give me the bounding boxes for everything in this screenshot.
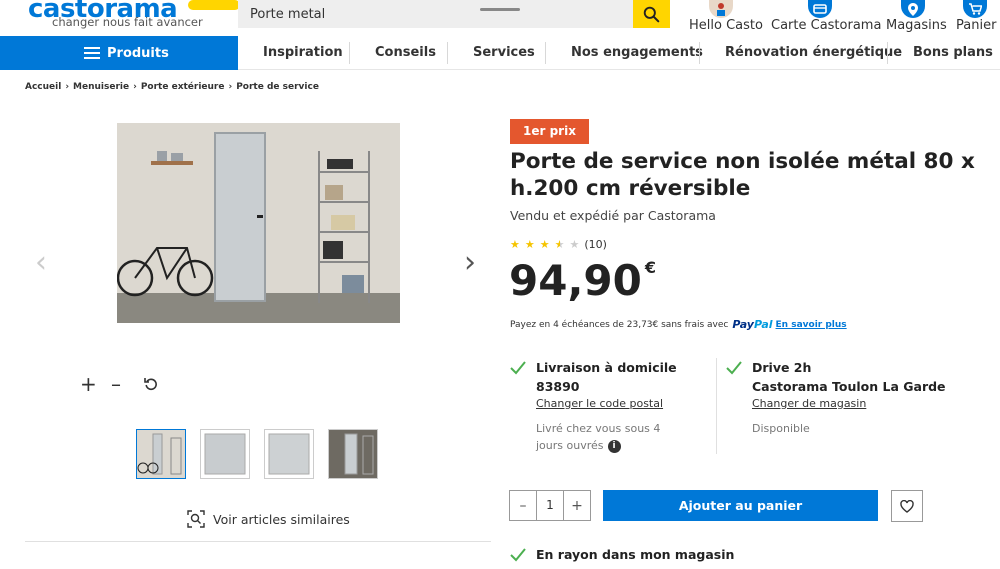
panier-link[interactable]: Panier — [956, 0, 997, 36]
breadcrumb-item-menuiserie[interactable]: Menuiserie — [73, 82, 129, 92]
home-delivery-title: Livraison à domicile — [536, 360, 677, 375]
price-value: 94,90 — [509, 256, 642, 305]
thumbnail-2[interactable] — [200, 429, 250, 479]
nav-item-renovation[interactable]: Rénovation énergétique — [725, 36, 902, 70]
carte-castorama-link[interactable]: Carte Castorama — [771, 0, 882, 36]
chevron-right-icon: › — [228, 82, 233, 92]
product-title: Porte de service non isolée métal 80 x h… — [510, 149, 975, 201]
price-currency: € — [644, 258, 656, 277]
card-icon — [807, 0, 832, 18]
nav-divider — [887, 42, 888, 64]
drive-title: Drive 2h — [752, 360, 812, 375]
search-button[interactable] — [633, 0, 670, 28]
nav-divider — [545, 42, 546, 64]
drive-store-name: Castorama Toulon La Garde — [752, 379, 946, 394]
magasins-label: Magasins — [886, 18, 947, 33]
site-header: castorama changer nous fait avancer Hell… — [0, 0, 1000, 36]
change-store-link[interactable]: Changer de magasin — [752, 397, 866, 410]
logo-tagline: changer nous fait avancer — [52, 15, 203, 29]
product-price: 94,90 € — [509, 253, 656, 309]
nav-item-engagements[interactable]: Nos engagements — [571, 36, 703, 70]
nav-divider — [447, 42, 448, 64]
zoom-out-icon[interactable]: – — [111, 374, 121, 394]
nav-item-bons-plans[interactable]: Bons plans — [913, 36, 993, 70]
similar-items-link[interactable]: Voir articles similaires — [187, 510, 350, 528]
check-icon — [726, 361, 742, 375]
carte-castorama-label: Carte Castorama — [771, 18, 882, 33]
delivery-divider — [716, 358, 717, 454]
seller-info: Vendu et expédié par Castorama — [510, 208, 716, 223]
magasins-link[interactable]: Magasins — [886, 0, 947, 36]
rating-stars[interactable]: ★ ★ ★ ★ ★ (10) — [510, 238, 607, 251]
paypal-learn-more-link[interactable]: En savoir plus — [776, 320, 847, 330]
reset-zoom-icon[interactable] — [144, 374, 158, 394]
star-full-icon: ★ — [524, 238, 535, 251]
star-empty-icon: ★ — [569, 238, 580, 251]
star-half-icon: ★ — [554, 238, 565, 251]
section-divider — [25, 541, 491, 542]
add-to-cart-button[interactable]: Ajouter au panier — [603, 490, 878, 521]
main-nav: Produits Inspiration Conseils Services N… — [0, 36, 1000, 70]
nav-divider — [349, 42, 350, 64]
breadcrumb: Accueil › Menuiserie › Porte extérieure … — [25, 82, 319, 92]
wishlist-button[interactable] — [891, 490, 923, 522]
next-image-arrow-icon[interactable]: › — [464, 248, 476, 278]
heart-icon — [900, 499, 914, 513]
search-loading-indicator — [480, 8, 520, 11]
paypal-installments: Payez en 4 échéances de 23,73€ sans frai… — [510, 318, 847, 331]
thumbnail-strip — [136, 429, 392, 479]
search-input[interactable] — [238, 0, 633, 28]
home-delivery-note-text: Livré chez vous sous 4 jours ouvrés — [536, 422, 661, 452]
search-bar — [238, 0, 670, 28]
hamburger-icon — [84, 44, 100, 62]
chevron-right-icon: › — [65, 82, 70, 92]
search-icon — [643, 6, 660, 22]
user-avatar-icon — [709, 0, 733, 18]
home-delivery-note: Livré chez vous sous 4 jours ouvrés i — [536, 420, 686, 454]
nav-item-conseils[interactable]: Conseils — [375, 36, 436, 70]
similar-items-label: Voir articles similaires — [213, 511, 350, 527]
info-icon[interactable]: i — [607, 439, 621, 453]
nav-divider — [699, 42, 700, 64]
quantity-input[interactable]: 1 — [536, 491, 564, 520]
nav-item-services[interactable]: Services — [473, 36, 535, 70]
drive-availability-status: Disponible — [752, 422, 810, 435]
breadcrumb-item-porte-exterieure[interactable]: Porte extérieure — [141, 82, 225, 92]
breadcrumb-item-accueil[interactable]: Accueil — [25, 82, 61, 92]
paypal-installments-text: Payez en 4 échéances de 23,73€ sans frai… — [510, 319, 729, 330]
thumbnail-1[interactable] — [136, 429, 186, 479]
change-postal-code-link[interactable]: Changer le code postal — [536, 397, 663, 410]
zoom-in-icon[interactable]: + — [80, 374, 97, 394]
hello-casto-label: Hello Casto — [689, 18, 763, 33]
thumbnail-4[interactable] — [328, 429, 378, 479]
decrease-quantity-button[interactable]: – — [510, 491, 536, 520]
in-store-availability: En rayon dans mon magasin — [536, 547, 735, 562]
price-badge: 1er prix — [510, 119, 589, 144]
quantity-stepper: – 1 + — [509, 490, 591, 521]
paypal-logo: PayPal — [732, 318, 773, 331]
visual-search-icon — [187, 510, 205, 528]
chevron-right-icon: › — [133, 82, 137, 92]
hello-casto-link[interactable]: Hello Casto — [689, 0, 763, 36]
map-pin-icon — [900, 0, 925, 18]
logo-swoosh — [188, 0, 240, 10]
check-icon — [510, 548, 526, 562]
rating-count: (10) — [584, 238, 607, 251]
castorama-logo[interactable]: castorama changer nous fait avancer — [28, 0, 240, 29]
nav-item-inspiration[interactable]: Inspiration — [263, 36, 343, 70]
products-menu-button[interactable]: Produits — [0, 36, 238, 70]
star-full-icon: ★ — [510, 238, 520, 251]
star-full-icon: ★ — [539, 238, 550, 251]
cart-icon — [963, 0, 987, 18]
product-main-image[interactable] — [117, 123, 400, 323]
panier-label: Panier — [956, 18, 997, 33]
products-menu-label: Produits — [107, 45, 169, 61]
breadcrumb-item-porte-de-service[interactable]: Porte de service — [236, 82, 319, 92]
increase-quantity-button[interactable]: + — [564, 491, 590, 520]
check-icon — [510, 361, 526, 375]
thumbnail-3[interactable] — [264, 429, 314, 479]
previous-image-arrow-icon[interactable]: ‹ — [35, 248, 47, 278]
home-delivery-postal-code: 83890 — [536, 379, 580, 394]
